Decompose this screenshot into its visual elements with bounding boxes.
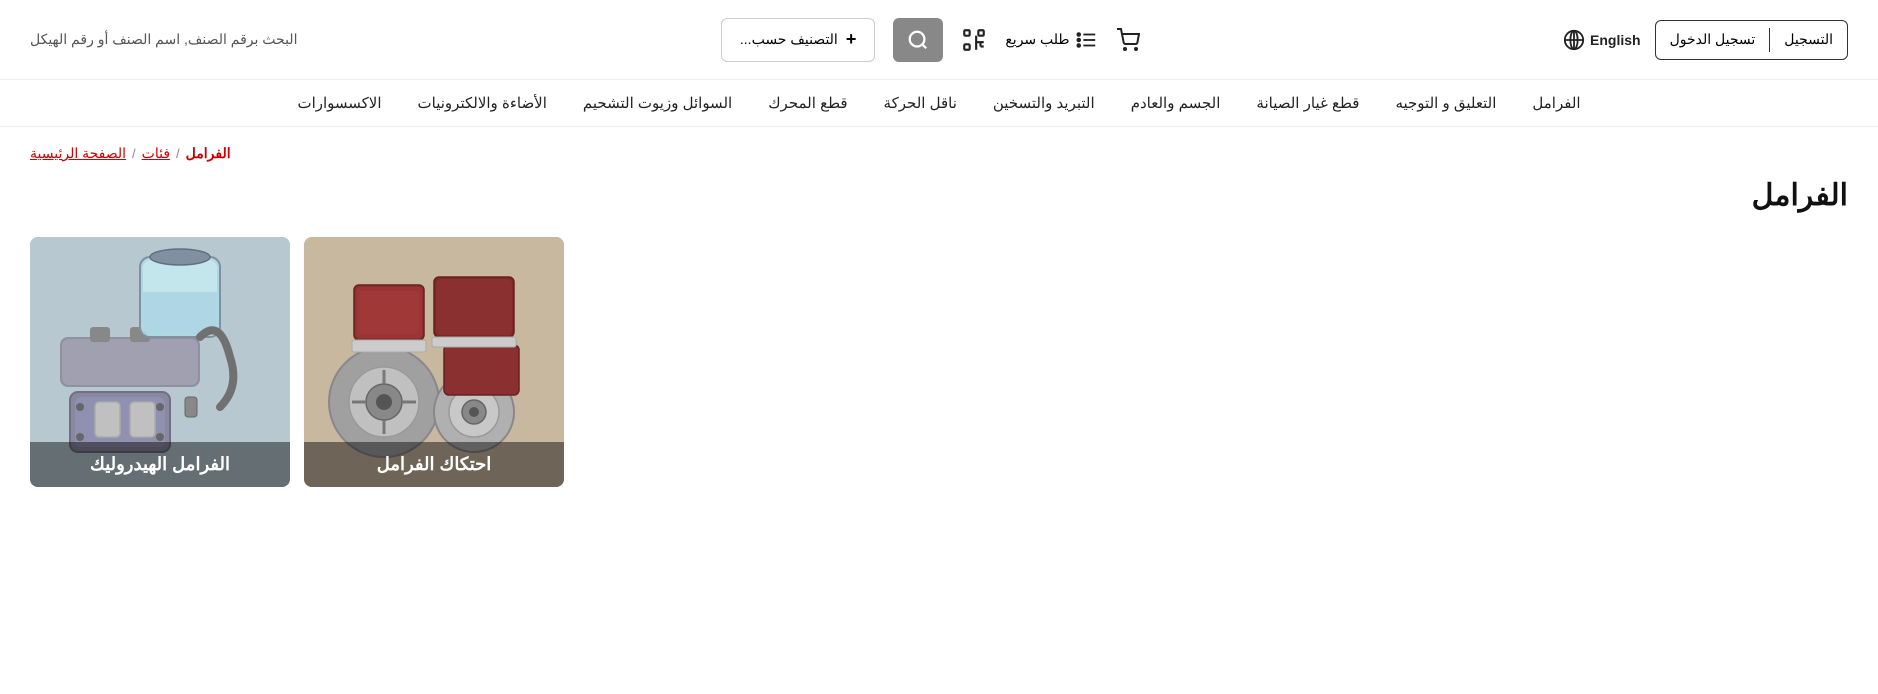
card-friction-label: احتكاك الفرامل [304, 442, 564, 487]
breadcrumb-sep1: / [132, 146, 136, 161]
breadcrumb: الفرامل / فئات / الصفحة الرئيسية [0, 127, 1878, 168]
search-button[interactable] [893, 18, 943, 62]
scan-icon [961, 27, 987, 53]
card-brake-hydraulic[interactable]: الفرامل الهيدروليك [30, 237, 290, 487]
card-brake-friction[interactable]: احتكاك الفرامل [304, 237, 564, 487]
search-icon [907, 29, 929, 51]
nav-item-fluids[interactable]: السوائل وزيوت التشحيم [583, 94, 732, 112]
auth-buttons: التسجيل تسجيل الدخول [1655, 20, 1848, 60]
nav-item-suspension[interactable]: التعليق و التوجيه [1395, 94, 1496, 112]
language-selector[interactable]: English [1563, 29, 1641, 51]
breadcrumb-sep2: / [176, 146, 180, 161]
globe-icon [1563, 29, 1585, 51]
card-hydraulic-label: الفرامل الهيدروليك [30, 442, 290, 487]
filter-button[interactable]: + التصنيف حسب... [721, 18, 875, 62]
nav-item-body[interactable]: الجسم والعادم [1131, 94, 1221, 112]
nav-item-cooling[interactable]: التبريد والتسخين [993, 94, 1095, 112]
search-description: البحث برقم الصنف, اسم الصنف أو رقم الهيك… [30, 31, 297, 48]
list-icon [1076, 29, 1098, 51]
scan-button[interactable] [961, 27, 987, 53]
register-button[interactable]: تسجيل الدخول [1656, 23, 1770, 56]
nav-item-accessories[interactable]: الاكسسوارات [297, 94, 381, 112]
breadcrumb-current: الفرامل [186, 145, 231, 162]
nav-item-engine[interactable]: قطع المحرك [768, 94, 847, 112]
nav-bar: الفرامل التعليق و التوجيه قطع غيار الصيا… [0, 80, 1878, 127]
quick-order-label: طلب سريع [1005, 31, 1069, 48]
language-label: English [1590, 32, 1641, 48]
header-right: التسجيل تسجيل الدخول English [1563, 20, 1848, 60]
cards-section: احتكاك الفرامل [0, 237, 1878, 527]
page-title-section: الفرامل [0, 168, 1878, 237]
header: التسجيل تسجيل الدخول English [0, 0, 1878, 80]
breadcrumb-categories[interactable]: فئات [142, 145, 170, 162]
cart-button[interactable] [1116, 28, 1140, 52]
cart-icon [1116, 28, 1140, 52]
filter-plus-icon: + [846, 29, 857, 50]
nav-item-brakes[interactable]: الفرامل [1532, 94, 1580, 112]
nav-item-transmission[interactable]: ناقل الحركة [884, 94, 957, 112]
header-center: طلب سريع + التصنيف حسب [297, 18, 1563, 62]
quick-order-button[interactable]: طلب سريع [1005, 29, 1097, 51]
nav-item-lighting[interactable]: الأضاءة والالكترونيات [418, 94, 547, 112]
filter-label: التصنيف حسب... [740, 31, 838, 48]
nav-item-maintenance[interactable]: قطع غيار الصيانة [1256, 94, 1359, 112]
breadcrumb-home[interactable]: الصفحة الرئيسية [30, 145, 126, 162]
login-button[interactable]: التسجيل [1770, 23, 1847, 56]
page-title: الفرامل [30, 178, 1848, 213]
auth-divider [1769, 28, 1770, 52]
